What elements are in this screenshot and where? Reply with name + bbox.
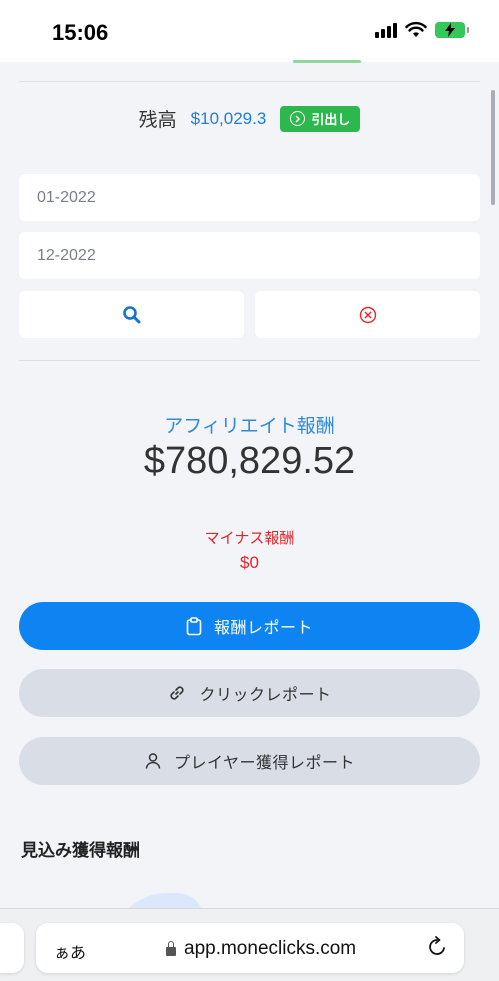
battery-charging-icon [435, 22, 469, 38]
reload-icon[interactable] [426, 936, 448, 958]
url-text: app.moneclicks.com [184, 938, 357, 959]
user-icon [145, 753, 161, 769]
clear-button[interactable] [255, 291, 480, 338]
date-from-field[interactable]: 01-2022 [19, 174, 480, 221]
player-report-button[interactable]: プレイヤー獲得レポート [19, 737, 480, 785]
section-title: 見込み獲得報酬 [21, 841, 140, 861]
text-size-button[interactable]: ぁあ [54, 939, 86, 963]
previous-tab[interactable] [0, 923, 24, 973]
url-display[interactable]: app.moneclicks.com [166, 938, 356, 960]
clear-icon [359, 306, 376, 323]
player-report-label: プレイヤー獲得レポート [173, 753, 356, 772]
withdraw-label: 引出し [311, 113, 351, 128]
click-report-button[interactable]: クリックレポート [19, 669, 480, 717]
status-icons [375, 22, 469, 38]
balance-row: 残高 $10,029.3 引出し [0, 105, 499, 132]
status-time: 15:06 [52, 20, 109, 45]
affiliate-reward-amount: $780,829.52 [143, 440, 356, 482]
reward-report-button[interactable]: 報酬レポート [19, 602, 480, 650]
negative-reward-amount: $0 [240, 553, 259, 572]
divider [19, 81, 480, 82]
chevron-right-circle-icon [290, 111, 306, 126]
date-to-field[interactable]: 12-2022 [19, 232, 480, 279]
scrollbar[interactable] [491, 90, 495, 205]
address-bar[interactable]: ぁあ app.moneclicks.com [36, 923, 464, 973]
search-button[interactable] [19, 291, 244, 338]
negative-reward-label: マイナス報酬 [204, 529, 295, 547]
balance-value: $10,029.3 [190, 108, 267, 128]
divider [19, 360, 480, 361]
reward-report-label: 報酬レポート [213, 618, 313, 637]
affiliate-reward-label: アフィリエイト報酬 [164, 415, 335, 437]
withdraw-button[interactable]: 引出し [280, 105, 361, 132]
balance-label: 残高 [138, 109, 177, 131]
top-accent [293, 60, 361, 63]
click-report-label: クリックレポート [199, 685, 332, 704]
browser-bar: ぁあ app.moneclicks.com [0, 908, 499, 981]
clipboard-icon [186, 616, 202, 635]
search-icon [122, 305, 140, 323]
link-icon [170, 686, 185, 700]
lock-icon [166, 940, 176, 956]
wifi-icon [405, 22, 427, 37]
signal-icon [375, 22, 397, 38]
status-bar: 15:06 [0, 0, 499, 62]
